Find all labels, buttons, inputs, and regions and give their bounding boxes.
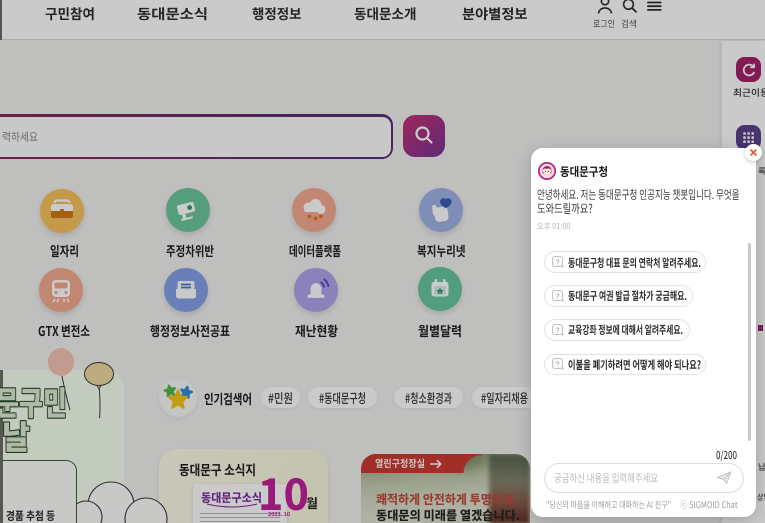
svg-text:?: ? (555, 291, 560, 300)
svg-text:?: ? (555, 258, 560, 267)
svg-text:?: ? (555, 325, 560, 334)
svg-text:?: ? (555, 360, 560, 369)
